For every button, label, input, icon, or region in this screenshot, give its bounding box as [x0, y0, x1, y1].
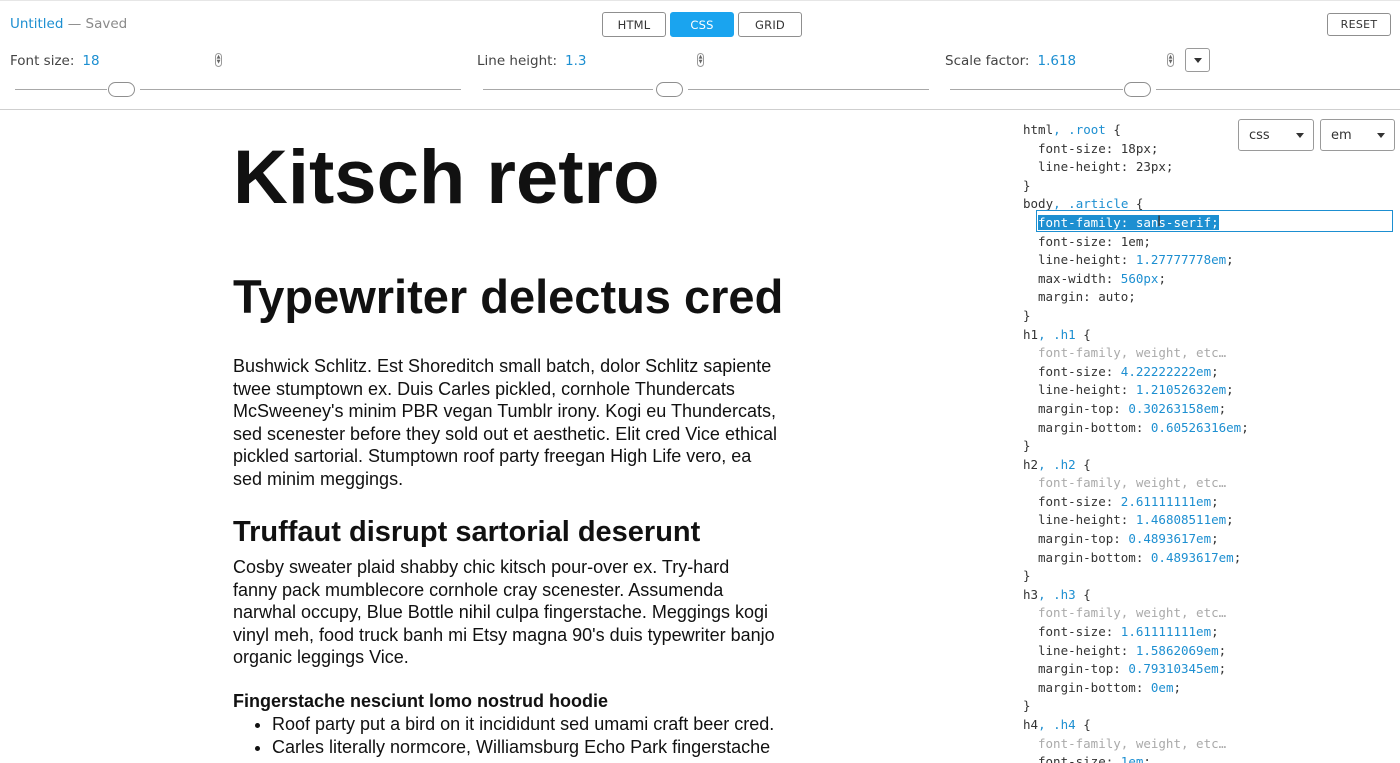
view-mode-tabs: HTML CSS GRID	[602, 12, 802, 37]
code-line: max-width: 560px;	[1038, 270, 1166, 286]
code-line: h1, .h1 {	[1023, 326, 1091, 342]
code-line: h3, .h3 {	[1023, 586, 1091, 602]
code-line: line-height: 1.27777778em;	[1038, 252, 1234, 268]
code-line-placeholder[interactable]: font-family, weight, etc…	[1023, 474, 1249, 493]
code-line: margin-top: 0.79310345em;	[1038, 661, 1227, 677]
line-height-slider[interactable]	[483, 82, 929, 98]
code-line: line-height: 1.46808511em;	[1038, 512, 1234, 528]
document-name-link[interactable]: Untitled	[10, 16, 63, 32]
code-line: margin: auto;	[1038, 289, 1136, 305]
toolbar: Untitled — Saved HTML CSS GRID RESET Fon…	[0, 0, 1400, 110]
code-line: margin-bottom: 0.4893617em;	[1038, 549, 1242, 565]
code-line: h4, .h4 {	[1023, 717, 1091, 732]
font-size-slider-thumb[interactable]	[108, 82, 135, 97]
code-line: font-size: 1.61111111em;	[1038, 624, 1219, 640]
code-line: }	[1023, 177, 1031, 193]
line-height-spinner-icon[interactable]: ▲ ▼	[697, 53, 704, 67]
code-line: }	[1023, 698, 1031, 714]
unit-select-value: em	[1331, 127, 1352, 143]
code-line: margin-top: 0.30263158em;	[1038, 400, 1227, 416]
code-line-placeholder[interactable]: font-family, weight, etc…	[1023, 604, 1249, 623]
line-height-control: Line height: 1.3	[477, 51, 587, 71]
code-line: }	[1023, 307, 1031, 323]
preview-h1: Kitsch retro	[233, 135, 660, 220]
css-output[interactable]: html, .root { font-size: 18px; line-heig…	[1023, 121, 1393, 763]
code-line: html, .root {	[1023, 122, 1121, 137]
scale-factor-slider-thumb[interactable]	[1124, 82, 1151, 97]
font-size-slider[interactable]	[15, 82, 461, 98]
scale-factor-slider[interactable]	[950, 82, 1400, 98]
code-line: h2, .h2 {	[1023, 456, 1091, 472]
code-line: line-height: 1.21052632em;	[1038, 382, 1234, 398]
font-size-control: Font size: 18	[10, 51, 100, 71]
code-line: font-size: 1em;	[1038, 754, 1151, 763]
selection-box	[1036, 210, 1393, 232]
preview-h3: Truffaut disrupt sartorial deserunt	[233, 516, 701, 548]
code-line: margin-bottom: 0em;	[1038, 679, 1181, 695]
chevron-down-icon	[1296, 133, 1304, 138]
code-line-placeholder[interactable]: font-family, weight, etc…	[1023, 735, 1249, 754]
code-line: font-size: 2.61111111em;	[1038, 493, 1219, 509]
list-item: Carles literally normcore, Williamsburg …	[272, 736, 792, 759]
unit-select[interactable]: em	[1320, 119, 1395, 151]
chevron-down-icon	[1377, 133, 1385, 138]
scale-preset-dropdown[interactable]	[1185, 48, 1210, 72]
code-line: }	[1023, 568, 1031, 584]
chevron-down-icon	[1193, 57, 1202, 63]
code-line: }	[1023, 438, 1031, 454]
reset-button[interactable]: RESET	[1327, 13, 1391, 36]
code-line: margin-bottom: 0.60526316em;	[1038, 419, 1249, 435]
line-height-label: Line height:	[477, 53, 558, 69]
code-line: font-size: 18px;	[1038, 140, 1159, 156]
title-separator: —	[63, 16, 86, 32]
scale-factor-label: Scale factor:	[945, 53, 1030, 69]
format-select-value: css	[1249, 127, 1270, 143]
list-item: Roof party put a bird on it incididunt s…	[272, 713, 792, 736]
text-cursor-icon: I	[1157, 214, 1162, 230]
preview-h4: Fingerstache nesciunt lomo nostrud hoodi…	[233, 691, 609, 711]
font-size-value[interactable]: 18	[82, 53, 99, 69]
tab-css[interactable]: CSS	[670, 12, 734, 37]
scale-factor-value[interactable]: 1.618	[1037, 53, 1076, 69]
preview-h2: Typewriter delectus cred	[233, 270, 784, 323]
preview-list: Roof party put a bird on it incididunt s…	[272, 713, 792, 758]
code-line: font-size: 4.22222222em;	[1038, 363, 1219, 379]
document-title: Untitled — Saved	[10, 16, 127, 32]
code-line: margin-top: 0.4893617em;	[1038, 531, 1219, 547]
font-size-label: Font size:	[10, 53, 75, 69]
code-line: line-height: 23px;	[1038, 159, 1174, 175]
code-line: line-height: 1.5862069em;	[1038, 642, 1227, 658]
format-select[interactable]: css	[1238, 119, 1314, 151]
code-line: font-size: 1em;	[1038, 233, 1151, 249]
preview-paragraph-2: Cosby sweater plaid shabby chic kitsch p…	[233, 557, 775, 667]
preview-paragraph-1: Bushwick Schlitz. Est Shoreditch small b…	[233, 356, 777, 489]
line-height-value[interactable]: 1.3	[565, 53, 586, 69]
scale-factor-spinner-icon[interactable]: ▲ ▼	[1167, 53, 1174, 67]
tab-html[interactable]: HTML	[602, 12, 666, 37]
tab-grid[interactable]: GRID	[738, 12, 802, 37]
font-size-spinner-icon[interactable]: ▲ ▼	[215, 53, 222, 67]
code-line-placeholder[interactable]: font-family, weight, etc…	[1023, 344, 1249, 363]
save-status: Saved	[85, 16, 128, 32]
scale-factor-control: Scale factor: 1.618	[945, 51, 1076, 71]
line-height-slider-thumb[interactable]	[656, 82, 683, 97]
